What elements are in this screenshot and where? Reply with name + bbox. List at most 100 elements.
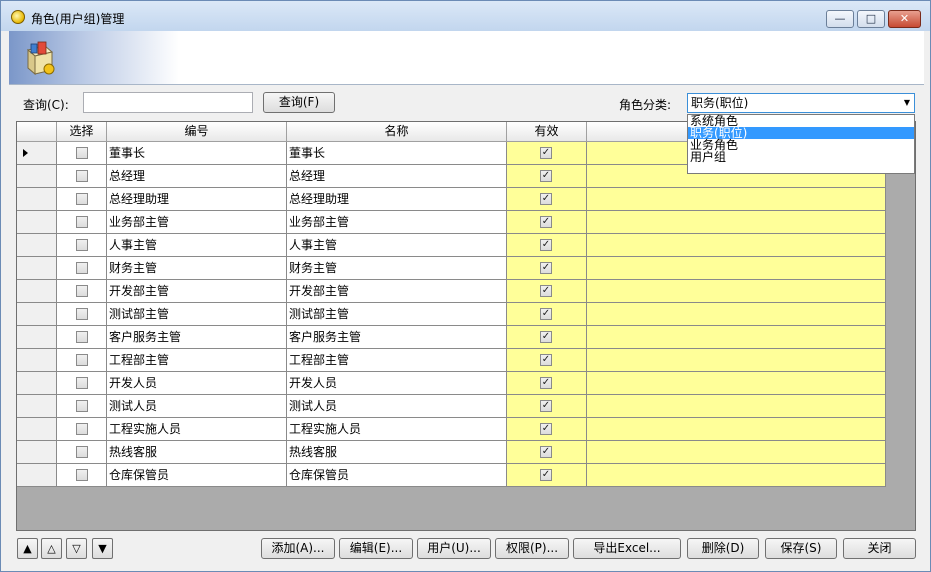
name-cell[interactable]: 人事主管 <box>287 234 507 257</box>
name-column-header[interactable]: 名称 <box>287 122 507 142</box>
valid-cell[interactable]: ✓ <box>507 395 587 418</box>
valid-cell[interactable]: ✓ <box>507 280 587 303</box>
extra-cell[interactable] <box>587 464 886 487</box>
row-header[interactable] <box>17 280 57 303</box>
name-cell[interactable]: 工程实施人员 <box>287 418 507 441</box>
row-header[interactable] <box>17 349 57 372</box>
delete-button[interactable]: 删除(D) <box>687 538 759 559</box>
extra-cell[interactable] <box>587 395 886 418</box>
valid-checkbox[interactable]: ✓ <box>540 308 552 320</box>
minimize-button[interactable]: — <box>826 10 854 28</box>
code-cell[interactable]: 热线客服 <box>107 441 287 464</box>
window-close-button[interactable]: ✕ <box>888 10 921 28</box>
row-header[interactable] <box>17 188 57 211</box>
row-header[interactable] <box>17 234 57 257</box>
select-cell[interactable] <box>57 211 107 234</box>
select-cell[interactable] <box>57 326 107 349</box>
add-button[interactable]: 添加(A)... <box>261 538 335 559</box>
select-checkbox[interactable] <box>76 400 88 412</box>
valid-checkbox[interactable]: ✓ <box>540 262 552 274</box>
name-cell[interactable]: 热线客服 <box>287 441 507 464</box>
edit-button[interactable]: 编辑(E)... <box>339 538 413 559</box>
valid-checkbox[interactable]: ✓ <box>540 469 552 481</box>
valid-cell[interactable]: ✓ <box>507 418 587 441</box>
row-header[interactable] <box>17 418 57 441</box>
valid-cell[interactable]: ✓ <box>507 234 587 257</box>
extra-cell[interactable] <box>587 188 886 211</box>
name-cell[interactable]: 测试人员 <box>287 395 507 418</box>
select-checkbox[interactable] <box>76 331 88 343</box>
select-checkbox[interactable] <box>76 469 88 481</box>
code-cell[interactable]: 总经理助理 <box>107 188 287 211</box>
row-header[interactable] <box>17 211 57 234</box>
select-cell[interactable] <box>57 349 107 372</box>
name-cell[interactable]: 测试部主管 <box>287 303 507 326</box>
name-cell[interactable]: 开发人员 <box>287 372 507 395</box>
extra-cell[interactable] <box>587 349 886 372</box>
valid-checkbox[interactable]: ✓ <box>540 147 552 159</box>
row-header[interactable] <box>17 441 57 464</box>
row-header[interactable] <box>17 165 57 188</box>
select-cell[interactable] <box>57 395 107 418</box>
valid-checkbox[interactable]: ✓ <box>540 331 552 343</box>
valid-checkbox[interactable]: ✓ <box>540 400 552 412</box>
select-checkbox[interactable] <box>76 262 88 274</box>
select-cell[interactable] <box>57 188 107 211</box>
code-cell[interactable]: 工程部主管 <box>107 349 287 372</box>
valid-cell[interactable]: ✓ <box>507 257 587 280</box>
valid-checkbox[interactable]: ✓ <box>540 423 552 435</box>
select-checkbox[interactable] <box>76 285 88 297</box>
name-cell[interactable]: 工程部主管 <box>287 349 507 372</box>
code-cell[interactable]: 工程实施人员 <box>107 418 287 441</box>
valid-checkbox[interactable]: ✓ <box>540 285 552 297</box>
extra-cell[interactable] <box>587 418 886 441</box>
row-header[interactable] <box>17 303 57 326</box>
valid-checkbox[interactable]: ✓ <box>540 193 552 205</box>
select-column-header[interactable]: 选择 <box>57 122 107 142</box>
row-header[interactable] <box>17 326 57 349</box>
move-first-button[interactable]: ▲ <box>17 538 38 559</box>
valid-cell[interactable]: ✓ <box>507 211 587 234</box>
move-up-button[interactable]: △ <box>41 538 62 559</box>
valid-cell[interactable]: ✓ <box>507 165 587 188</box>
roles-grid[interactable]: 选择 编号 名称 有效 董事长 董事长 ✓ 总经理 总经理 ✓ 总经理助理 总经理助理 ✓ 业务部主管 业务… <box>16 121 916 531</box>
name-cell[interactable]: 开发部主管 <box>287 280 507 303</box>
move-down-button[interactable]: ▽ <box>66 538 87 559</box>
extra-cell[interactable] <box>587 303 886 326</box>
select-cell[interactable] <box>57 372 107 395</box>
extra-cell[interactable] <box>587 257 886 280</box>
code-cell[interactable]: 客户服务主管 <box>107 326 287 349</box>
name-cell[interactable]: 总经理 <box>287 165 507 188</box>
select-checkbox[interactable] <box>76 239 88 251</box>
maximize-button[interactable]: □ <box>857 10 885 28</box>
select-cell[interactable] <box>57 418 107 441</box>
extra-cell[interactable] <box>587 372 886 395</box>
chevron-down-icon[interactable]: ▼ <box>904 94 910 112</box>
select-cell[interactable] <box>57 280 107 303</box>
select-checkbox[interactable] <box>76 170 88 182</box>
valid-checkbox[interactable]: ✓ <box>540 216 552 228</box>
select-checkbox[interactable] <box>76 193 88 205</box>
select-checkbox[interactable] <box>76 423 88 435</box>
select-cell[interactable] <box>57 142 107 165</box>
select-checkbox[interactable] <box>76 446 88 458</box>
row-header[interactable] <box>17 257 57 280</box>
valid-cell[interactable]: ✓ <box>507 349 587 372</box>
row-header[interactable] <box>17 395 57 418</box>
category-select[interactable]: 职务(职位) ▼ <box>687 93 915 113</box>
code-cell[interactable]: 开发部主管 <box>107 280 287 303</box>
extra-cell[interactable] <box>587 280 886 303</box>
valid-checkbox[interactable]: ✓ <box>540 239 552 251</box>
name-cell[interactable]: 财务主管 <box>287 257 507 280</box>
category-dropdown-list[interactable]: 系统角色 职务(职位) 业务角色 用户组 <box>687 114 915 174</box>
extra-cell[interactable] <box>587 234 886 257</box>
valid-checkbox[interactable]: ✓ <box>540 446 552 458</box>
valid-cell[interactable]: ✓ <box>507 464 587 487</box>
query-button[interactable]: 查询(F) <box>263 92 335 113</box>
move-last-button[interactable]: ▼ <box>92 538 113 559</box>
code-column-header[interactable]: 编号 <box>107 122 287 142</box>
valid-cell[interactable]: ✓ <box>507 142 587 165</box>
permissions-button[interactable]: 权限(P)... <box>495 538 569 559</box>
valid-cell[interactable]: ✓ <box>507 188 587 211</box>
select-cell[interactable] <box>57 303 107 326</box>
